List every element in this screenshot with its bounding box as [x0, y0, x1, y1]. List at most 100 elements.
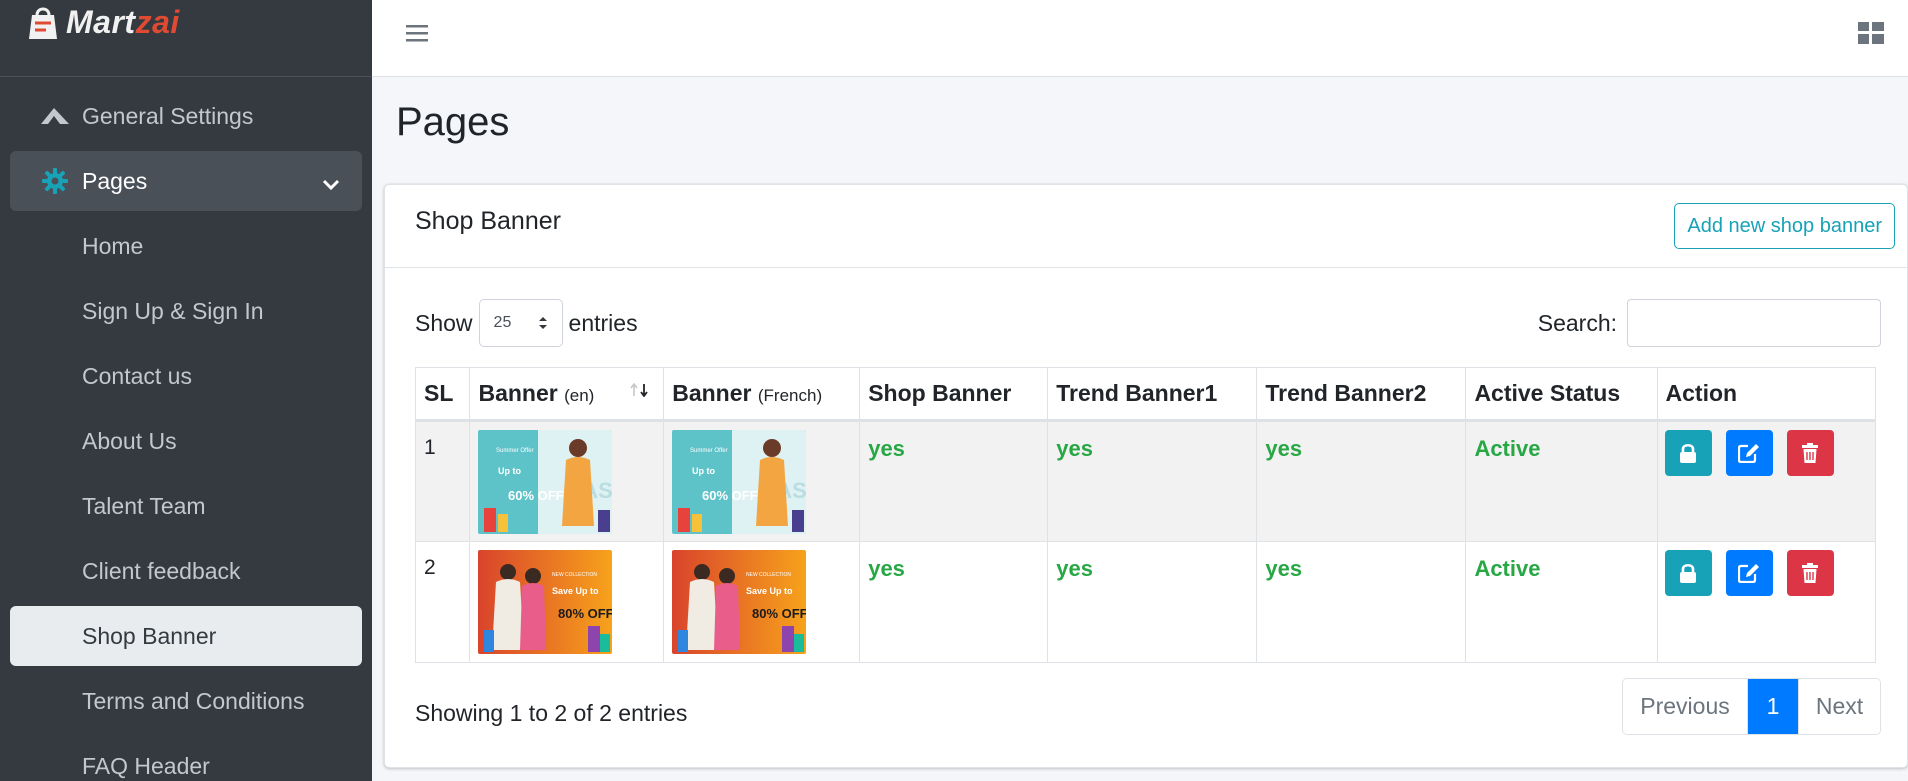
- sidebar-item-contact-us[interactable]: Contact us: [10, 346, 362, 406]
- svg-text:Up to: Up to: [498, 466, 521, 476]
- sidebar-item-sign-up-sign-in[interactable]: Sign Up & Sign In: [10, 281, 362, 341]
- sidebar-item-label: FAQ Header: [82, 752, 210, 779]
- svg-text:Summer Offer: Summer Offer: [496, 448, 534, 454]
- brand-logo[interactable]: Martzai: [26, 3, 180, 41]
- svg-text:NEW COLLECTION: NEW COLLECTION: [552, 572, 597, 578]
- sidebar-item-about-us[interactable]: About Us: [10, 411, 362, 471]
- sidebar-item-label: Pages: [82, 167, 148, 194]
- entries-label: entries: [568, 309, 638, 336]
- hamburger-menu-icon[interactable]: [406, 24, 428, 47]
- sidebar-item-faq-header[interactable]: FAQ Header: [10, 736, 362, 781]
- cell-sl: 1: [414, 420, 471, 542]
- page-size-value: 25: [493, 314, 512, 331]
- column-header-trend-banner2[interactable]: Trend Banner2: [1256, 367, 1467, 422]
- show-label: Show: [415, 309, 473, 336]
- banner-image-french: NEW COLLECTION Save Up to 80% OFF: [672, 550, 807, 654]
- shop-banner-card: Shop Banner Add new shop banner Show 25 …: [384, 184, 1908, 768]
- sidebar-item-label: Contact us: [82, 362, 192, 389]
- sidebar-item-general-settings[interactable]: General Settings: [10, 86, 362, 146]
- sidebar-item-label: General Settings: [82, 102, 254, 129]
- previous-page-button[interactable]: Previous: [1623, 679, 1748, 734]
- page-title: Pages: [396, 100, 510, 144]
- cell-trend-banner2: yes: [1256, 541, 1467, 663]
- cell-sl: 2: [414, 541, 471, 663]
- svg-text:80% OFF: 80% OFF: [558, 606, 612, 621]
- svg-text:Summer Offer: Summer Offer: [690, 448, 728, 454]
- lock-button[interactable]: [1664, 550, 1712, 596]
- chevron-down-icon: [322, 171, 340, 198]
- add-new-shop-banner-button[interactable]: Add new shop banner: [1674, 203, 1895, 249]
- page-button-1[interactable]: 1: [1748, 679, 1798, 734]
- edit-button[interactable]: [1725, 430, 1773, 476]
- column-header-trend-banner1[interactable]: Trend Banner1: [1047, 367, 1258, 422]
- page-length-control: Show 25 entries: [415, 299, 638, 347]
- cell-trend-banner1: yes: [1047, 420, 1258, 542]
- sidebar-item-label: Shop Banner: [82, 622, 217, 649]
- cell-banner-french: NEW COLLECTION Save Up to 80% OFF: [663, 541, 861, 663]
- column-header-active-status[interactable]: Active Status: [1465, 367, 1658, 422]
- edit-button[interactable]: [1725, 550, 1773, 596]
- sidebar-item-home[interactable]: Home: [10, 216, 362, 276]
- cell-banner-french: FASHION Summer Offer Up to 60% OFF: [663, 420, 861, 542]
- edit-icon: [1738, 444, 1760, 463]
- status-badge: Active: [1474, 556, 1541, 581]
- column-header-banner-en[interactable]: Banner (en): [469, 367, 665, 422]
- sidebar-item-label: Sign Up & Sign In: [82, 297, 264, 324]
- card-header: Shop Banner Add new shop banner: [385, 185, 1907, 268]
- svg-text:60% OFF: 60% OFF: [702, 488, 758, 503]
- svg-text:Save Up to: Save Up to: [746, 586, 793, 596]
- lock-icon: [1680, 443, 1697, 463]
- select-arrows-icon: [538, 317, 547, 329]
- sidebar-item-terms-and-conditions[interactable]: Terms and Conditions: [10, 671, 362, 731]
- next-page-button[interactable]: Next: [1798, 679, 1880, 734]
- page-size-select[interactable]: 25: [478, 299, 563, 347]
- cell-shop-banner: yes: [859, 541, 1049, 663]
- table-info: Showing 1 to 2 of 2 entries: [415, 700, 688, 726]
- table-row: 1 FASHION Summer Offer Up to 60% OFF: [414, 420, 1877, 542]
- sidebar-item-client-feedback[interactable]: Client feedback: [10, 541, 362, 601]
- top-navbar: [372, 0, 1908, 77]
- svg-text:60% OFF: 60% OFF: [508, 488, 564, 503]
- sort-arrows-icon: [629, 376, 651, 403]
- cell-active-status: Active: [1465, 420, 1658, 542]
- svg-text:80% OFF: 80% OFF: [752, 606, 806, 621]
- banner-image-en: FASHION Summer Offer Up to 60% OFF: [478, 430, 613, 534]
- svg-text:Save Up to: Save Up to: [552, 586, 599, 596]
- search-input[interactable]: [1627, 299, 1881, 347]
- shop-banner-table: SL Banner (en) Banner (French) Shop Bann…: [414, 367, 1877, 663]
- sidebar-item-pages[interactable]: Pages: [10, 151, 362, 211]
- sidebar-item-label: About Us: [82, 427, 177, 454]
- cell-actions: [1656, 420, 1877, 542]
- cell-trend-banner1: yes: [1047, 541, 1258, 663]
- delete-button[interactable]: [1786, 550, 1834, 596]
- lock-button[interactable]: [1664, 430, 1712, 476]
- status-badge: Active: [1474, 436, 1541, 461]
- brand[interactable]: Martzai: [0, 0, 372, 77]
- column-header-shop-banner[interactable]: Shop Banner: [859, 367, 1049, 422]
- shopping-bag-icon: [29, 7, 57, 39]
- column-header-sl[interactable]: SL: [414, 367, 471, 422]
- cell-trend-banner2: yes: [1256, 420, 1467, 542]
- table-header-row: SL Banner (en) Banner (French) Shop Bann…: [414, 367, 1877, 422]
- card-title: Shop Banner: [415, 207, 561, 235]
- sidebar-item-label: Client feedback: [82, 557, 241, 584]
- sidebar-item-shop-banner[interactable]: Shop Banner: [10, 606, 362, 666]
- sidebar-nav: General Settings Pages Home Sign Up & Si…: [0, 77, 372, 781]
- column-header-banner-french[interactable]: Banner (French): [663, 367, 861, 422]
- grid-apps-icon[interactable]: [1858, 22, 1884, 49]
- trash-icon: [1802, 563, 1819, 583]
- banner-image-en: NEW COLLECTION Save Up to 80% OFF: [478, 550, 613, 654]
- column-header-action[interactable]: Action: [1656, 367, 1877, 422]
- sidebar-item-label: Home: [82, 232, 144, 259]
- sidebar-item-label: Terms and Conditions: [82, 687, 305, 714]
- delete-button[interactable]: [1786, 430, 1834, 476]
- cell-actions: [1656, 541, 1877, 663]
- banner-image-french: FASHION Summer Offer Up to 60% OFF: [672, 430, 807, 534]
- lock-icon: [1680, 563, 1697, 583]
- sidebar-item-talent-team[interactable]: Talent Team: [10, 476, 362, 536]
- table-row: 2 NEW COLLECTION Save Up to 80% OFF NEW …: [414, 541, 1877, 663]
- cell-banner-en: FASHION Summer Offer Up to 60% OFF: [469, 420, 665, 542]
- gear-icon: [30, 168, 80, 194]
- brand-name: Martzai: [66, 3, 180, 40]
- search-control: Search:: [1538, 299, 1881, 347]
